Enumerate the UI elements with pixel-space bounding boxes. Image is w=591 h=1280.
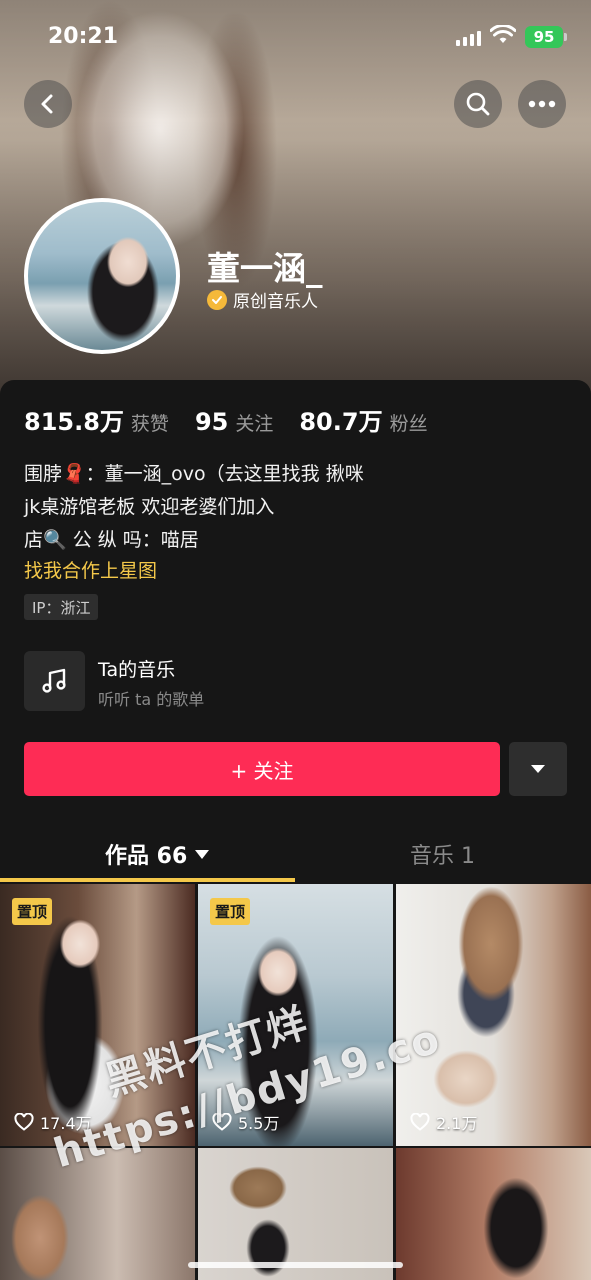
bio-line: 围脖🧣：董一涵_ovo（去这里找我 揪咪 bbox=[24, 463, 364, 485]
music-entry-thumbnail[interactable] bbox=[24, 651, 85, 711]
recommend-dropdown-button[interactable] bbox=[509, 742, 567, 796]
status-bar: 20:21 95 bbox=[0, 0, 591, 70]
profile-name: 董一涵_ bbox=[207, 249, 323, 288]
heart-icon bbox=[14, 1113, 34, 1131]
video-thumbnail[interactable] bbox=[396, 1148, 591, 1280]
caret-down-icon bbox=[195, 849, 210, 859]
profile-stats: 815.8万 获赞 95 关注 80.7万 粉丝 bbox=[24, 402, 454, 437]
cellular-signal-icon bbox=[456, 30, 481, 46]
profile-bio: 围脖🧣：董一涵_ovo（去这里找我 揪咪 jk桌游馆老板 欢迎老婆们加入 店🔍 … bbox=[24, 458, 364, 557]
pinned-badge: 置顶 bbox=[12, 898, 53, 925]
bio-line: jk桌游馆老板 欢迎老婆们加入 bbox=[24, 496, 275, 518]
like-count: 2.1万 bbox=[410, 1110, 477, 1134]
music-note-icon bbox=[41, 668, 66, 693]
likes-count[interactable]: 815.8万 bbox=[24, 402, 124, 437]
battery-level: 95 bbox=[533, 28, 555, 46]
likes-label: 获赞 bbox=[130, 413, 169, 435]
tab-works[interactable]: 作品 66 bbox=[105, 838, 210, 870]
like-count: 5.5万 bbox=[212, 1110, 279, 1134]
business-link[interactable]: 找我合作上星图 bbox=[24, 556, 157, 583]
like-count-value: 5.5万 bbox=[238, 1114, 280, 1133]
verification-label: 原创音乐人 bbox=[233, 292, 318, 312]
back-button[interactable] bbox=[24, 80, 72, 128]
heart-icon bbox=[410, 1113, 430, 1131]
like-count-value: 2.1万 bbox=[436, 1114, 478, 1133]
search-icon bbox=[466, 92, 490, 116]
verified-check-icon bbox=[207, 289, 227, 310]
battery-indicator: 95 bbox=[525, 26, 567, 48]
follow-button-label: + 关注 bbox=[230, 758, 294, 783]
more-dots-icon bbox=[528, 100, 556, 108]
tab-music-label: 音乐 1 bbox=[410, 844, 475, 869]
avatar[interactable] bbox=[24, 198, 180, 354]
follow-button[interactable]: + 关注 bbox=[24, 742, 500, 796]
following-count[interactable]: 95 bbox=[195, 408, 228, 436]
verification-badge[interactable]: 原创音乐人 bbox=[207, 287, 318, 312]
pinned-badge: 置顶 bbox=[210, 898, 251, 925]
ip-location-tag: IP：浙江 bbox=[24, 594, 99, 620]
wifi-icon bbox=[490, 25, 516, 43]
tab-works-label: 作品 66 bbox=[105, 844, 188, 869]
like-count-value: 17.4万 bbox=[40, 1114, 92, 1133]
active-tab-indicator bbox=[0, 878, 295, 882]
video-thumbnail[interactable]: 置顶 5.5万 bbox=[198, 884, 393, 1146]
video-thumbnail[interactable]: 2.1万 bbox=[396, 884, 591, 1146]
following-label: 关注 bbox=[235, 413, 274, 435]
video-thumbnail[interactable] bbox=[198, 1148, 393, 1280]
heart-icon bbox=[212, 1113, 232, 1131]
followers-label: 粉丝 bbox=[389, 413, 428, 435]
video-thumbnail[interactable] bbox=[0, 1148, 195, 1280]
chevron-left-icon bbox=[41, 94, 53, 114]
music-entry-subtitle: 听听 ta 的歌单 bbox=[98, 690, 205, 709]
status-time: 20:21 bbox=[48, 24, 119, 49]
more-options-button[interactable] bbox=[518, 80, 566, 128]
video-thumbnail[interactable]: 置顶 17.4万 bbox=[0, 884, 195, 1146]
home-indicator[interactable] bbox=[188, 1262, 403, 1268]
caret-down-icon bbox=[531, 765, 545, 773]
followers-count[interactable]: 80.7万 bbox=[299, 402, 382, 437]
bio-line: 店🔍 公 纵 吗：喵居 bbox=[24, 529, 199, 551]
search-button[interactable] bbox=[454, 80, 502, 128]
tab-music[interactable]: 音乐 1 bbox=[410, 838, 475, 870]
like-count: 17.4万 bbox=[14, 1110, 92, 1134]
music-entry-title[interactable]: Ta的音乐 bbox=[98, 655, 175, 682]
